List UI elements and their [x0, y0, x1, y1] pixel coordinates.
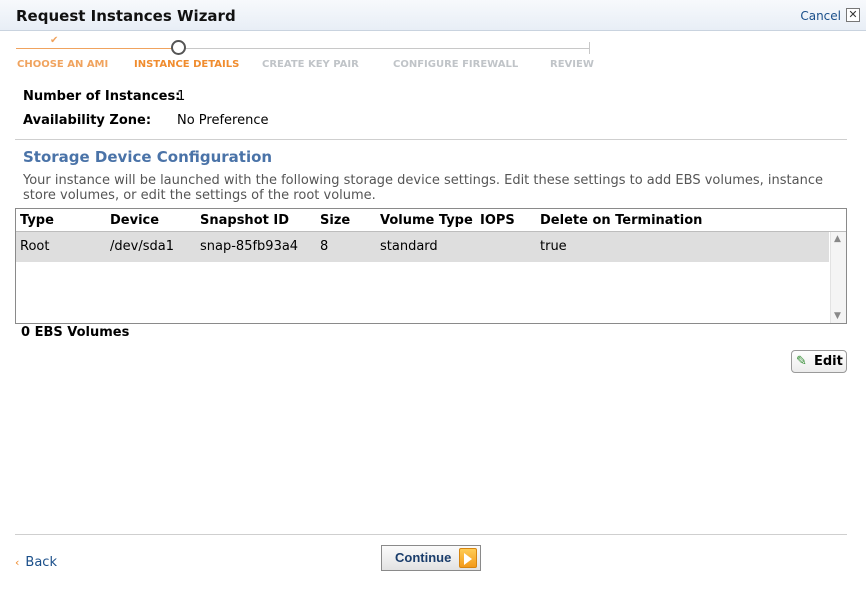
col-iops: IOPS	[480, 213, 515, 228]
wizard-titlebar: Request Instances Wizard Cancel ✕	[0, 0, 866, 31]
cell-device: /dev/sda1	[110, 239, 174, 254]
table-header: Type Device Snapshot ID Size Volume Type…	[16, 209, 846, 232]
close-icon[interactable]: ✕	[846, 8, 860, 22]
cell-volume-type: standard	[380, 239, 438, 254]
scroll-up-icon[interactable]: ▲	[834, 234, 841, 244]
back-label: Back	[25, 555, 57, 570]
ebs-volume-count: 0 EBS Volumes	[21, 325, 130, 340]
continue-button-label: Continue	[395, 550, 452, 565]
pencil-icon: ✎	[796, 354, 807, 369]
cell-delete-on-termination: true	[540, 239, 567, 254]
col-snapshot-id: Snapshot ID	[200, 213, 289, 228]
step-instance-details: INSTANCE DETAILS	[134, 59, 240, 70]
edit-button-label: Edit	[814, 354, 843, 369]
cell-type: Root	[20, 239, 50, 254]
storage-description: Your instance will be launched with the …	[23, 173, 823, 203]
play-arrow-icon	[459, 548, 477, 568]
col-type: Type	[20, 213, 54, 228]
step-create-key-pair: CREATE KEY PAIR	[262, 59, 359, 70]
scroll-down-icon[interactable]: ▼	[834, 311, 841, 321]
cell-snapshot-id: snap-85fb93a4	[200, 239, 299, 254]
col-size: Size	[320, 213, 351, 228]
continue-button[interactable]: Continue	[381, 545, 481, 571]
col-volume-type: Volume Type	[380, 213, 473, 228]
col-device: Device	[110, 213, 160, 228]
wizard-title: Request Instances Wizard	[16, 7, 236, 25]
footer-divider	[15, 534, 847, 535]
cell-size: 8	[320, 239, 329, 254]
step-configure-firewall: CONFIGURE FIREWALL	[393, 59, 519, 70]
step-choose-ami: CHOOSE AN AMI	[17, 59, 109, 70]
col-delete-on-termination: Delete on Termination	[540, 213, 703, 228]
instances-value: 1	[177, 89, 186, 104]
section-divider	[15, 139, 847, 140]
progress-track-end	[589, 42, 590, 54]
wizard-progress: ✔ CHOOSE AN AMI INSTANCE DETAILS CREATE …	[16, 35, 594, 74]
progress-track-done	[16, 48, 178, 49]
chevron-left-icon: ‹	[15, 556, 20, 569]
back-link[interactable]: ‹ Back	[15, 555, 57, 570]
step-review: REVIEW	[550, 59, 594, 70]
storage-section-title: Storage Device Configuration	[23, 148, 273, 166]
zone-label: Availability Zone:	[23, 113, 152, 128]
instances-label: Number of Instances:	[23, 89, 181, 104]
current-step-marker	[171, 40, 186, 55]
checkmark-icon: ✔	[50, 35, 59, 46]
table-row[interactable]: Root /dev/sda1 snap-85fb93a4 8 standard …	[16, 232, 829, 262]
progress-track-todo	[178, 48, 590, 49]
storage-device-table: Type Device Snapshot ID Size Volume Type…	[15, 208, 847, 324]
table-scrollbar[interactable]: ▲ ▼	[830, 232, 846, 323]
edit-button[interactable]: ✎ Edit	[791, 350, 847, 373]
cancel-link[interactable]: Cancel	[800, 9, 841, 23]
zone-value: No Preference	[177, 113, 269, 128]
